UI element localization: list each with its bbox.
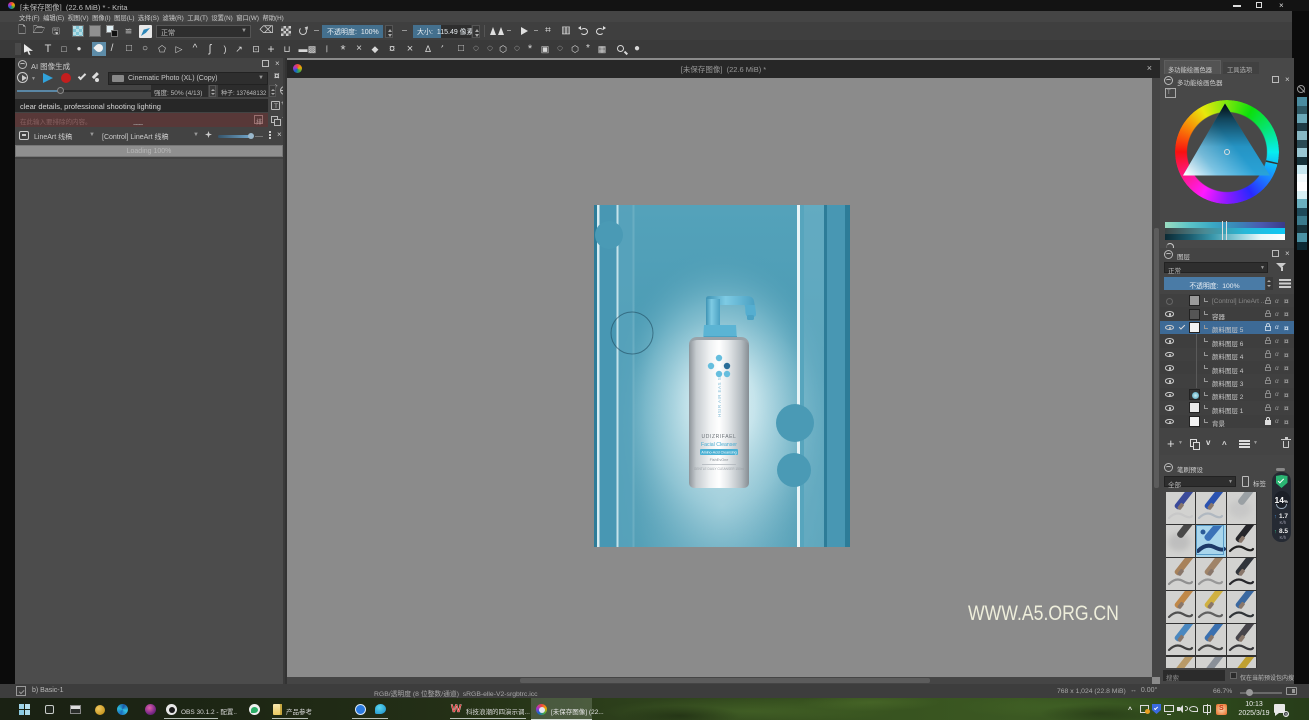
svg-text:Amino-Acid Cleansing: Amino-Acid Cleansing [701, 451, 736, 455]
svg-text:HSIR AIR EAS S: HSIR AIR EAS S [717, 377, 722, 417]
svg-text:FishEvOne: FishEvOne [710, 458, 729, 462]
svg-text:UDIZRIFAEL: UDIZRIFAEL [702, 434, 737, 440]
svg-text:GENTLE DAILY CLEANSER 150ml: GENTLE DAILY CLEANSER 150ml [694, 467, 744, 471]
svg-text:Facial Cleanser: Facial Cleanser [701, 442, 737, 448]
